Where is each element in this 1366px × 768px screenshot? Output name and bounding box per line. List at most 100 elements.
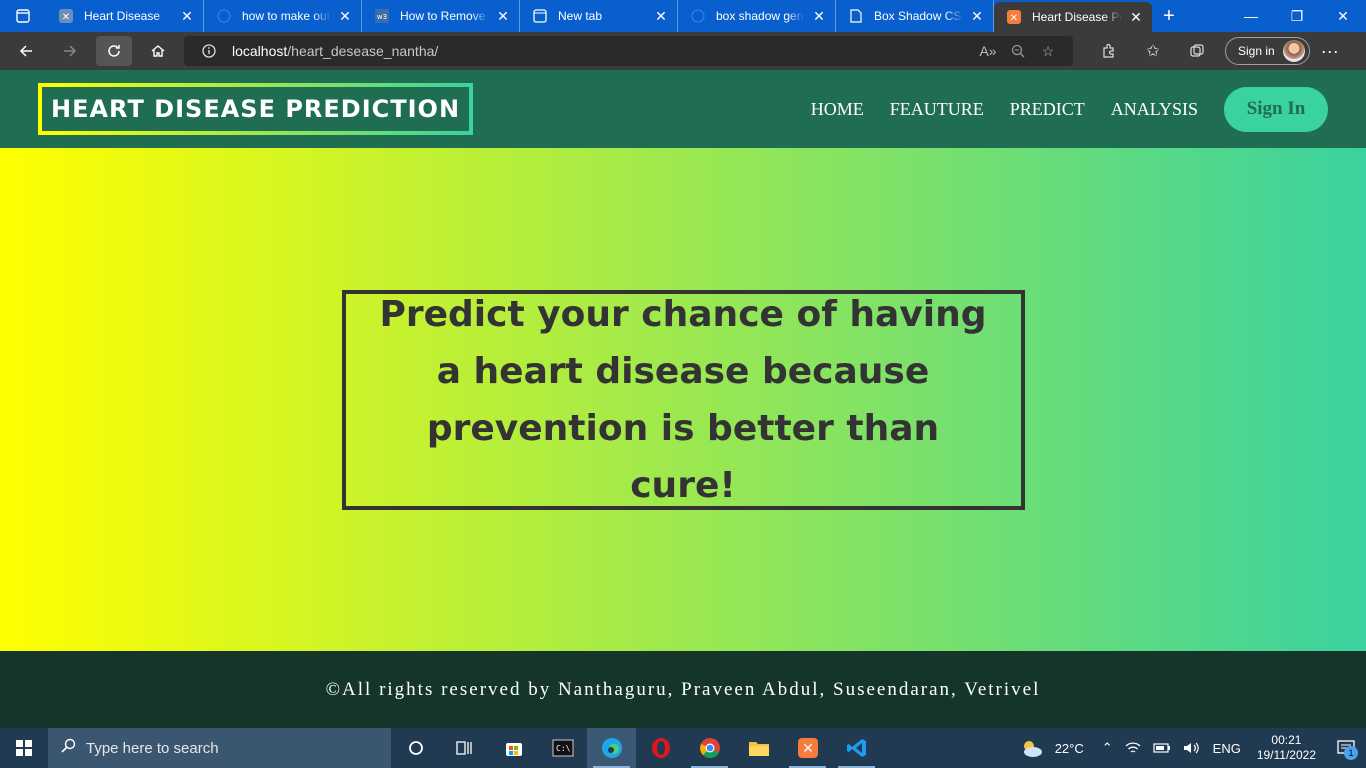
web-icon (216, 8, 232, 24)
tab-title: Heart Disease (84, 9, 161, 23)
tab-title: New tab (558, 9, 603, 23)
system-clock[interactable]: 00:21 19/11/2022 (1247, 733, 1326, 763)
profile-signin-label: Sign in (1238, 44, 1275, 58)
browser-toolbar: localhost/heart_desease_nantha/ A» ☆ ✩ S… (0, 32, 1366, 70)
system-tray: 22°C ⌃ ENG 00:21 19/11/2022 1 (1013, 728, 1366, 768)
browser-tab[interactable]: how to make outline ✕ (204, 0, 362, 32)
xampp-icon: ✕ (1006, 9, 1022, 25)
chevron-up-icon[interactable]: ⌃ (1096, 740, 1119, 756)
close-icon[interactable]: ✕ (1128, 9, 1144, 26)
close-icon[interactable]: ✕ (653, 8, 669, 25)
weather-temperature[interactable]: 22°C (1049, 741, 1090, 756)
browser-tab-strip: ✕ Heart Disease ✕ how to make outline ✕ … (0, 0, 1366, 32)
tab-title: box shadow generator (716, 9, 805, 23)
cortana-icon[interactable] (391, 728, 440, 768)
browser-tab[interactable]: w3 How to Remove Outline ✕ (362, 0, 520, 32)
language-indicator[interactable]: ENG (1207, 741, 1247, 756)
tab-actions-icon[interactable] (0, 0, 46, 32)
newtab-icon (532, 8, 548, 24)
favorites-icon[interactable]: ✩ (1131, 41, 1175, 61)
task-view-icon[interactable] (440, 728, 489, 768)
home-icon[interactable] (140, 36, 176, 66)
volume-icon[interactable] (1177, 741, 1207, 755)
refresh-icon[interactable] (96, 36, 132, 66)
address-bar[interactable]: localhost/heart_desease_nantha/ A» ☆ (184, 36, 1073, 66)
browser-tab[interactable]: Box Shadow CSS ✕ (836, 0, 994, 32)
browser-tab[interactable]: ✕ Heart Disease ✕ (46, 0, 204, 32)
extensions-icon[interactable] (1087, 43, 1131, 59)
toolbar-right-icons: ✩ Sign in ··· (1087, 37, 1350, 65)
close-icon[interactable]: ✕ (179, 8, 195, 25)
restore-icon[interactable]: ❐ (1274, 0, 1320, 32)
collections-icon[interactable] (1175, 43, 1219, 59)
close-icon[interactable]: ✕ (969, 8, 985, 25)
tab-title: How to Remove Outline (400, 9, 489, 23)
web-icon (690, 8, 706, 24)
xampp-icon: ✕ (58, 8, 74, 24)
url-host: localhost (232, 43, 288, 59)
forward-icon[interactable] (52, 36, 88, 66)
weather-icon[interactable] (1013, 738, 1049, 758)
more-options-icon[interactable]: ··· (1310, 41, 1350, 62)
new-tab-button[interactable]: + (1152, 0, 1186, 32)
nav-link-home[interactable]: HOME (811, 99, 864, 120)
svg-text:✕: ✕ (1010, 13, 1018, 24)
add-favorite-icon[interactable]: ☆ (1033, 43, 1063, 60)
window-close-icon[interactable]: ✕ (1320, 0, 1366, 32)
hero-section: Predict your chance of having a heart di… (0, 148, 1366, 651)
taskbar-search[interactable]: Type here to search (48, 728, 391, 768)
site-header: HEART DISEASE PREDICTION HOME FEAUTURE P… (0, 70, 1366, 148)
window-controls: — ❐ ✕ (1228, 0, 1366, 32)
terminal-icon[interactable]: C:\ (538, 728, 587, 768)
close-icon[interactable]: ✕ (811, 8, 827, 25)
url-text: localhost/heart_desease_nantha/ (232, 43, 438, 59)
site-nav: HOME FEAUTURE PREDICT ANALYSIS Sign In (785, 86, 1328, 132)
vscode-icon[interactable] (832, 728, 881, 768)
microsoft-store-icon[interactable] (489, 728, 538, 768)
svg-text:✕: ✕ (802, 741, 814, 757)
avatar (1282, 40, 1305, 62)
browser-tab[interactable]: New tab ✕ (520, 0, 678, 32)
windows-start-icon[interactable] (0, 728, 48, 768)
web-page: HEART DISEASE PREDICTION HOME FEAUTURE P… (0, 70, 1366, 728)
opera-icon[interactable] (636, 728, 685, 768)
info-icon[interactable] (194, 44, 224, 58)
file-explorer-icon[interactable] (734, 728, 783, 768)
read-aloud-icon[interactable]: A» (973, 43, 1003, 59)
taskbar-search-placeholder: Type here to search (86, 739, 219, 757)
notification-badge: 1 (1344, 746, 1358, 760)
back-icon[interactable] (8, 36, 44, 66)
browser-tab[interactable]: box shadow generator ✕ (678, 0, 836, 32)
site-logo-text: HEART DISEASE PREDICTION (51, 95, 461, 123)
tab-title: Heart Disease Prediction (1032, 10, 1122, 24)
page-icon (848, 8, 864, 24)
close-icon[interactable]: ✕ (495, 8, 511, 25)
site-logo[interactable]: HEART DISEASE PREDICTION (38, 83, 474, 135)
nav-link-feature[interactable]: FEAUTURE (890, 99, 984, 120)
edge-icon[interactable] (587, 728, 636, 768)
minimize-icon[interactable]: — (1228, 0, 1274, 32)
battery-icon[interactable] (1147, 742, 1177, 754)
taskbar: Type here to search C:\ ✕ 22°C ⌃ ENG 00:… (0, 728, 1366, 768)
hero-box: Predict your chance of having a heart di… (341, 289, 1025, 510)
xampp-icon[interactable]: ✕ (783, 728, 832, 768)
clock-date: 19/11/2022 (1256, 748, 1316, 762)
svg-text:✕: ✕ (62, 12, 70, 23)
url-path: /heart_desease_nantha/ (287, 43, 439, 59)
zoom-icon[interactable] (1003, 44, 1033, 58)
svg-text:C:\: C:\ (556, 744, 571, 753)
sign-in-button[interactable]: Sign In (1224, 86, 1328, 132)
nav-link-analysis[interactable]: ANALYSIS (1111, 99, 1198, 120)
site-footer: ©All rights reserved by Nanthaguru, Prav… (0, 651, 1366, 728)
profile-signin-button[interactable]: Sign in (1225, 37, 1310, 65)
browser-tab-active[interactable]: ✕ Heart Disease Prediction ✕ (994, 2, 1152, 32)
w3-icon: w3 (374, 8, 390, 24)
clock-time: 00:21 (1271, 733, 1302, 747)
chrome-icon[interactable] (685, 728, 734, 768)
footer-text: ©All rights reserved by Nanthaguru, Prav… (325, 678, 1041, 700)
wifi-icon[interactable] (1119, 741, 1147, 755)
svg-text:w3: w3 (377, 13, 387, 21)
notification-center-icon[interactable]: 1 (1326, 740, 1366, 760)
nav-link-predict[interactable]: PREDICT (1010, 99, 1085, 120)
close-icon[interactable]: ✕ (337, 8, 353, 25)
